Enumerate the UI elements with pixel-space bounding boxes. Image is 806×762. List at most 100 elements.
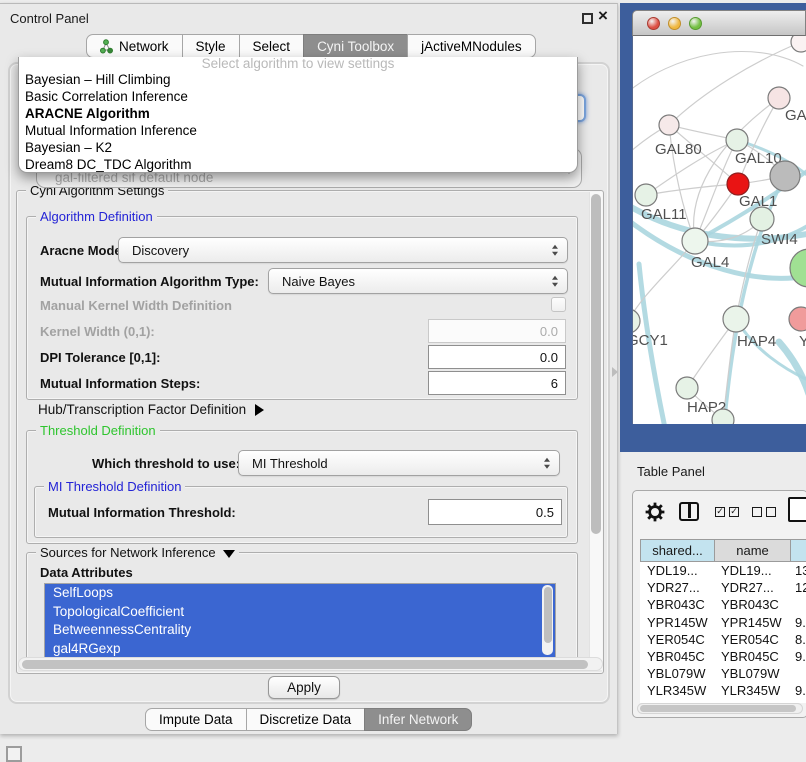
network-node[interactable]: [790, 249, 806, 287]
mi-steps-field[interactable]: 6: [428, 371, 566, 395]
aracne-mode-combo[interactable]: Discovery: [118, 237, 568, 263]
network-node-hap4[interactable]: [723, 306, 749, 332]
mi-type-combo[interactable]: Naive Bayes: [268, 268, 568, 294]
table-panel-title: Table Panel: [637, 464, 705, 479]
scrollbar-thumb[interactable]: [22, 660, 588, 669]
table-cell: YPR145W: [714, 615, 790, 630]
algorithm-definition-title: Algorithm Definition: [36, 209, 157, 224]
table-row[interactable]: YBR045CYBR045C9.: [640, 648, 806, 665]
dropdown-item-bayesian-hill-climbing[interactable]: Bayesian – Hill Climbing: [19, 71, 577, 88]
tab-impute-data[interactable]: Impute Data: [145, 708, 247, 731]
dropdown-item-bayesian-k2[interactable]: Bayesian – K2: [19, 139, 577, 156]
network-node[interactable]: [770, 161, 800, 191]
network-window-titlebar[interactable]: [632, 10, 806, 36]
tab-label: Impute Data: [159, 712, 233, 727]
which-threshold-combo[interactable]: MI Threshold: [238, 450, 560, 476]
tab-cyni-toolbox[interactable]: Cyni Toolbox: [303, 34, 408, 58]
table-panel: ✓✓ shared...nameA YDL19...YDL19...13YDR2…: [632, 490, 806, 718]
hub-definition-label: Hub/Transcription Factor Definition: [38, 402, 246, 417]
list-item-selfloops[interactable]: SelfLoops: [45, 584, 555, 603]
network-node-swi4[interactable]: [750, 207, 774, 231]
list-item-gal4rgexp[interactable]: gal4RGexp: [45, 640, 555, 659]
collapse-arrow-icon[interactable]: [223, 550, 235, 558]
network-node-gal80[interactable]: [659, 115, 679, 135]
scrollbar-thumb[interactable]: [544, 587, 552, 643]
mi-type-label: Mutual Information Algorithm Type:: [40, 274, 259, 289]
attributes-list-scrollbar[interactable]: [542, 585, 553, 655]
table-row[interactable]: YLR345WYLR345W9.: [640, 682, 806, 699]
window-grip-icon[interactable]: [6, 746, 22, 762]
unchecked-attributes-icon[interactable]: [752, 507, 776, 517]
network-icon: [100, 39, 113, 54]
page-icon[interactable]: [788, 497, 806, 522]
float-window-icon[interactable]: [582, 13, 593, 24]
network-node-gal10[interactable]: [726, 129, 748, 151]
dpi-tolerance-field[interactable]: 0.0: [428, 345, 566, 369]
dropdown-item-aracne-algorithm[interactable]: ARACNE Algorithm: [19, 105, 577, 122]
table-horizontal-scrollbar[interactable]: [637, 703, 803, 714]
mi-threshold-field[interactable]: 0.5: [428, 499, 562, 525]
dropdown-item-mutual-information-inference[interactable]: Mutual Information Inference: [19, 122, 577, 139]
network-node-y[interactable]: [789, 307, 806, 331]
tab-jactivemnodules[interactable]: jActiveMNodules: [407, 34, 536, 58]
table-row[interactable]: YBR043CYBR043C: [640, 596, 806, 613]
expand-arrow-icon[interactable]: [255, 404, 264, 416]
list-item-betweennesscentrality[interactable]: BetweennessCentrality: [45, 621, 555, 640]
manual-kernel-checkbox[interactable]: [551, 297, 566, 312]
network-node-hap2[interactable]: [676, 377, 698, 399]
tab-infer-network[interactable]: Infer Network: [364, 708, 472, 731]
table-cell: 13: [790, 563, 806, 578]
table-cell: YBL079W: [640, 666, 714, 681]
network-node-gcy1[interactable]: [633, 309, 640, 333]
tab-style[interactable]: Style: [182, 34, 240, 58]
columns-icon[interactable]: [679, 502, 699, 521]
sources-group-title[interactable]: Sources for Network Inference: [36, 545, 239, 560]
kernel-width-field[interactable]: 0.0: [428, 319, 566, 343]
network-node-gal4[interactable]: [682, 228, 708, 254]
which-threshold-label: Which threshold to use:: [92, 456, 240, 471]
tab-network[interactable]: Network: [86, 34, 183, 58]
node-label: GAL4: [691, 254, 729, 271]
network-node-gal[interactable]: [768, 87, 790, 109]
gear-icon[interactable]: [643, 500, 667, 524]
threshold-definition-title: Threshold Definition: [36, 423, 160, 438]
settings-vertical-scrollbar[interactable]: [589, 192, 602, 670]
network-canvas-svg[interactable]: GALGAL80GAL10GAL1GAL11SWI4GAL4GCY1HAP4YH…: [633, 36, 806, 424]
node-label: HAP4: [737, 333, 776, 350]
table-row[interactable]: YER054CYER054C8.: [640, 631, 806, 648]
mi-steps-label: Mutual Information Steps:: [40, 376, 200, 391]
network-edge[interactable]: [669, 42, 801, 125]
table-cell: YBR043C: [714, 597, 790, 612]
data-attributes-list[interactable]: SelfLoopsTopologicalCoefficientBetweenne…: [44, 583, 556, 658]
close-icon[interactable]: ×: [598, 7, 608, 25]
column-header-a[interactable]: A: [790, 539, 806, 562]
tab-discretize-data[interactable]: Discretize Data: [246, 708, 366, 731]
list-item-topologicalcoefficient[interactable]: TopologicalCoefficient: [45, 603, 555, 622]
column-header-shared[interactable]: shared...: [640, 539, 714, 562]
table-row[interactable]: YBL079WYBL079W: [640, 665, 806, 682]
splitter-collapse-icon[interactable]: [612, 367, 618, 377]
network-node-gal1[interactable]: [727, 173, 749, 195]
table-cell: YDR27...: [714, 580, 790, 595]
checked-attributes-icon[interactable]: ✓✓: [715, 507, 739, 517]
hub-definition-toggle[interactable]: Hub/Transcription Factor Definition: [38, 402, 264, 417]
dropdown-item-basic-correlation-inference[interactable]: Basic Correlation Inference: [19, 88, 577, 105]
minimize-window-icon[interactable]: [668, 17, 681, 30]
network-node-gal11[interactable]: [635, 184, 657, 206]
tab-select[interactable]: Select: [239, 34, 305, 58]
table-cell: YER054C: [714, 632, 790, 647]
apply-button[interactable]: Apply: [268, 676, 340, 699]
network-node[interactable]: [791, 36, 806, 52]
network-view[interactable]: GALGAL80GAL10GAL1GAL11SWI4GAL4GCY1HAP4YH…: [632, 36, 806, 424]
table-row[interactable]: YDL19...YDL19...13: [640, 562, 806, 579]
scrollbar-thumb[interactable]: [591, 194, 601, 534]
settings-horizontal-scrollbar[interactable]: [18, 657, 603, 671]
close-window-icon[interactable]: [647, 17, 660, 30]
table-row[interactable]: YPR145WYPR145W9.: [640, 614, 806, 631]
table-row[interactable]: YDR27...YDR27...12: [640, 579, 806, 596]
zoom-window-icon[interactable]: [689, 17, 702, 30]
scrollbar-thumb[interactable]: [640, 705, 796, 712]
dropdown-item-dream8-dc-tdc-algorithm[interactable]: Dream8 DC_TDC Algorithm: [19, 156, 577, 173]
aracne-mode-label: Aracne Mode:: [40, 243, 126, 258]
column-header-name[interactable]: name: [714, 539, 790, 562]
